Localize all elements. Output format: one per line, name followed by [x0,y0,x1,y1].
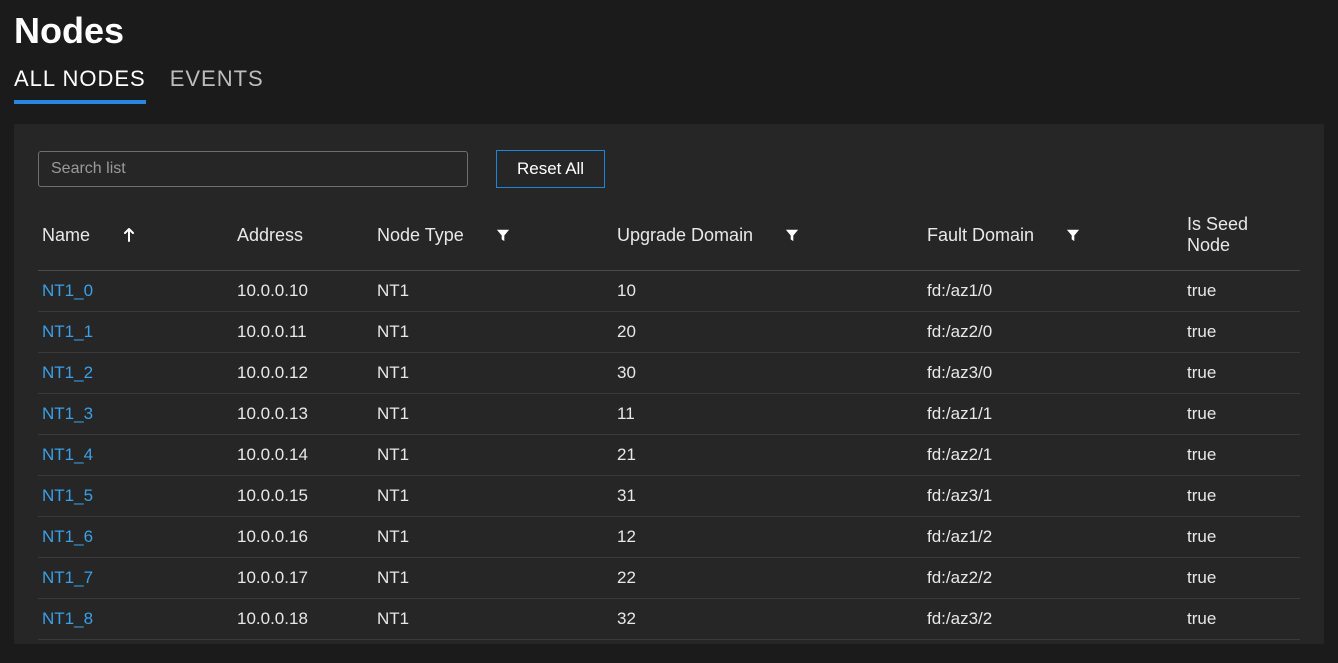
is-seed-node: true [1183,435,1300,476]
fault-domain: fd:/az1/2 [923,517,1183,558]
tabs: ALL NODES EVENTS [0,66,1338,104]
col-label-upgrade-domain: Upgrade Domain [617,225,753,246]
col-label-node-type: Node Type [377,225,464,246]
filter-icon[interactable] [1064,226,1082,244]
fault-domain: fd:/az1/0 [923,271,1183,312]
col-label-is-seed: Is Seed Node [1187,214,1248,255]
fault-domain: fd:/az3/0 [923,353,1183,394]
toolbar: Reset All [38,150,1300,188]
node-address: 10.0.0.12 [233,353,373,394]
reset-all-button[interactable]: Reset All [496,150,605,188]
col-header-upgrade-domain[interactable]: Upgrade Domain [613,206,923,271]
node-address: 10.0.0.11 [233,312,373,353]
table-header-row: Name Address Node Type [38,206,1300,271]
fault-domain: fd:/az3/2 [923,599,1183,640]
search-input[interactable] [38,151,468,187]
col-header-node-type[interactable]: Node Type [373,206,613,271]
is-seed-node: true [1183,558,1300,599]
sort-asc-icon[interactable] [120,226,138,244]
upgrade-domain: 32 [613,599,923,640]
node-name-link[interactable]: NT1_8 [38,599,233,640]
upgrade-domain: 10 [613,271,923,312]
table-row: NT1_210.0.0.12NT130fd:/az3/0true [38,353,1300,394]
filter-icon[interactable] [494,226,512,244]
tab-all-nodes[interactable]: ALL NODES [14,66,146,104]
upgrade-domain: 21 [613,435,923,476]
fault-domain: fd:/az2/1 [923,435,1183,476]
fault-domain: fd:/az3/1 [923,476,1183,517]
node-name-link[interactable]: NT1_7 [38,558,233,599]
table-row: NT1_410.0.0.14NT121fd:/az2/1true [38,435,1300,476]
is-seed-node: true [1183,476,1300,517]
node-address: 10.0.0.18 [233,599,373,640]
col-label-address: Address [237,225,303,245]
is-seed-node: true [1183,517,1300,558]
col-header-name[interactable]: Name [38,206,233,271]
nodes-table: Name Address Node Type [38,206,1300,640]
col-header-address[interactable]: Address [233,206,373,271]
fault-domain: fd:/az2/2 [923,558,1183,599]
node-name-link[interactable]: NT1_5 [38,476,233,517]
node-type: NT1 [373,599,613,640]
upgrade-domain: 30 [613,353,923,394]
node-address: 10.0.0.14 [233,435,373,476]
tab-events[interactable]: EVENTS [170,66,264,104]
node-type: NT1 [373,517,613,558]
node-name-link[interactable]: NT1_4 [38,435,233,476]
table-row: NT1_810.0.0.18NT132fd:/az3/2true [38,599,1300,640]
fault-domain: fd:/az1/1 [923,394,1183,435]
node-type: NT1 [373,435,613,476]
upgrade-domain: 12 [613,517,923,558]
node-name-link[interactable]: NT1_6 [38,517,233,558]
node-type: NT1 [373,394,613,435]
upgrade-domain: 20 [613,312,923,353]
node-address: 10.0.0.10 [233,271,373,312]
page-title: Nodes [0,0,1338,66]
node-name-link[interactable]: NT1_2 [38,353,233,394]
table-row: NT1_010.0.0.10NT110fd:/az1/0true [38,271,1300,312]
upgrade-domain: 31 [613,476,923,517]
content-panel: Reset All Name [14,124,1324,644]
is-seed-node: true [1183,271,1300,312]
is-seed-node: true [1183,312,1300,353]
table-row: NT1_510.0.0.15NT131fd:/az3/1true [38,476,1300,517]
table-row: NT1_110.0.0.11NT120fd:/az2/0true [38,312,1300,353]
node-type: NT1 [373,476,613,517]
node-address: 10.0.0.16 [233,517,373,558]
upgrade-domain: 11 [613,394,923,435]
table-row: NT1_710.0.0.17NT122fd:/az2/2true [38,558,1300,599]
node-name-link[interactable]: NT1_3 [38,394,233,435]
col-header-is-seed[interactable]: Is Seed Node [1183,206,1300,271]
fault-domain: fd:/az2/0 [923,312,1183,353]
upgrade-domain: 22 [613,558,923,599]
node-name-link[interactable]: NT1_1 [38,312,233,353]
node-type: NT1 [373,353,613,394]
col-label-fault-domain: Fault Domain [927,225,1034,246]
node-address: 10.0.0.13 [233,394,373,435]
node-type: NT1 [373,558,613,599]
node-address: 10.0.0.15 [233,476,373,517]
node-type: NT1 [373,312,613,353]
table-row: NT1_610.0.0.16NT112fd:/az1/2true [38,517,1300,558]
is-seed-node: true [1183,599,1300,640]
is-seed-node: true [1183,394,1300,435]
filter-icon[interactable] [783,226,801,244]
col-header-fault-domain[interactable]: Fault Domain [923,206,1183,271]
node-name-link[interactable]: NT1_0 [38,271,233,312]
node-address: 10.0.0.17 [233,558,373,599]
is-seed-node: true [1183,353,1300,394]
node-type: NT1 [373,271,613,312]
col-label-name: Name [42,225,90,246]
table-row: NT1_310.0.0.13NT111fd:/az1/1true [38,394,1300,435]
